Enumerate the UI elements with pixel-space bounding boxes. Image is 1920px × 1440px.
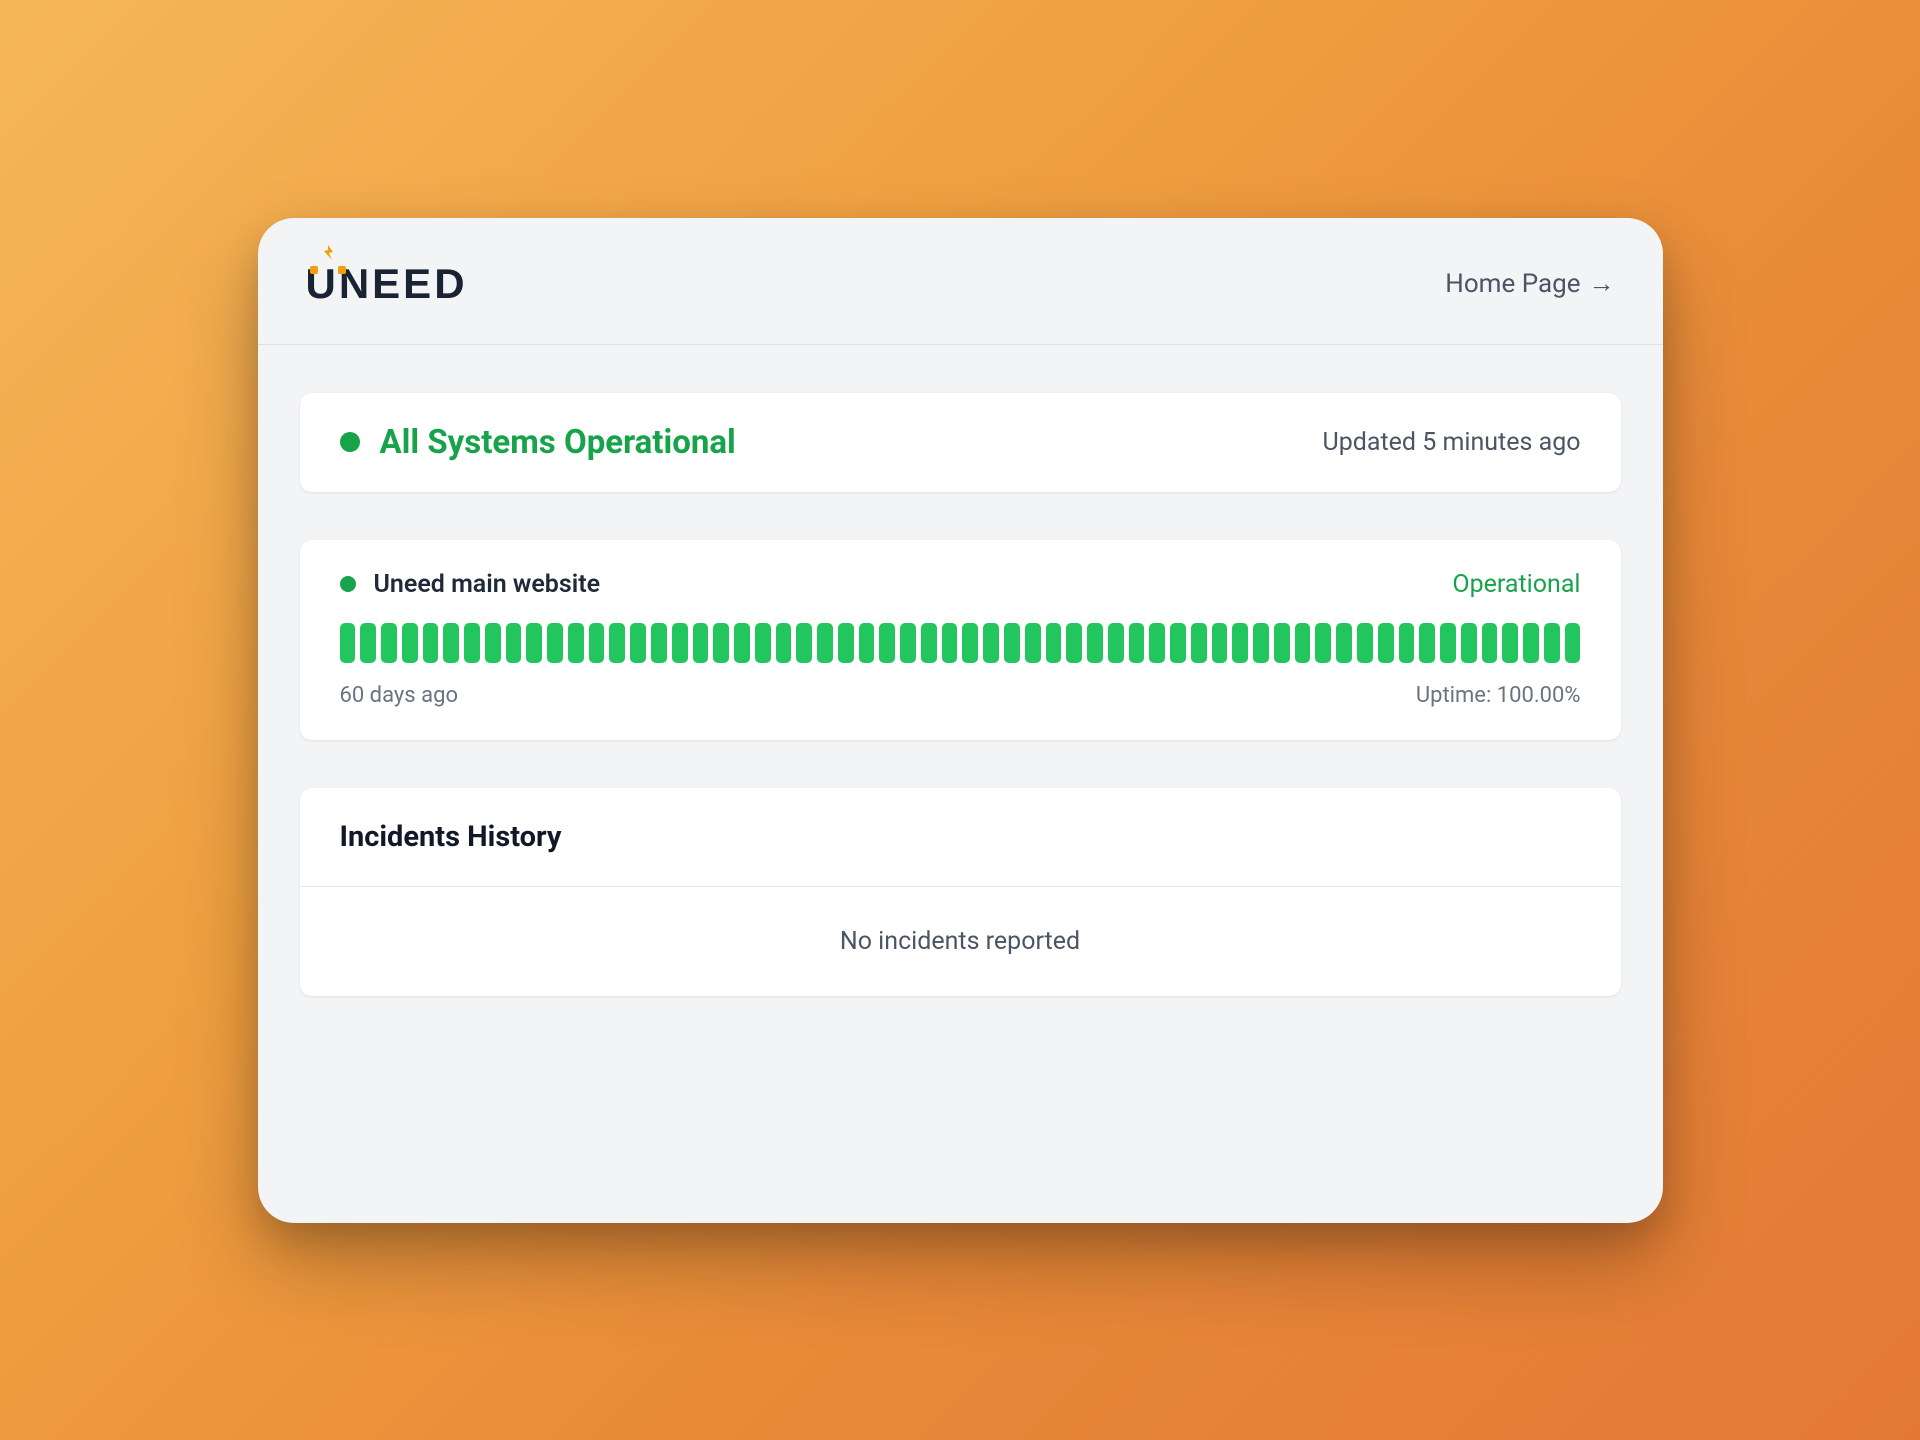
uptime-day-bar[interactable] [340,623,356,663]
uptime-day-bar[interactable] [734,623,750,663]
uptime-day-bar[interactable] [423,623,439,663]
uptime-day-bar[interactable] [1170,623,1186,663]
home-page-label: Home Page [1445,269,1580,299]
uptime-day-bar[interactable] [1212,623,1228,663]
monitor-status-icon [340,576,356,592]
overall-status-title: All Systems Operational [380,423,736,462]
uptime-day-bar[interactable] [526,623,542,663]
monitor-period-label: 60 days ago [340,683,459,708]
uptime-day-bar[interactable] [1544,623,1560,663]
uptime-day-bar[interactable] [464,623,480,663]
uptime-day-bar[interactable] [796,623,812,663]
uptime-day-bar[interactable] [381,623,397,663]
uptime-day-bar[interactable] [962,623,978,663]
uptime-day-bar[interactable] [1232,623,1248,663]
uptime-day-bar[interactable] [506,623,522,663]
uptime-day-bar[interactable] [776,623,792,663]
uptime-day-bar[interactable] [942,623,958,663]
uptime-day-bar[interactable] [1004,623,1020,663]
spark-icon [310,242,350,280]
uptime-day-bar[interactable] [609,623,625,663]
uptime-day-bar[interactable] [713,623,729,663]
uptime-day-bar[interactable] [1357,623,1373,663]
uptime-day-bar[interactable] [1315,623,1331,663]
uptime-day-bar[interactable] [1295,623,1311,663]
uptime-day-bar[interactable] [1274,623,1290,663]
uptime-day-bar[interactable] [651,623,667,663]
uptime-day-bar[interactable] [360,623,376,663]
uptime-day-bar[interactable] [1378,623,1394,663]
uptime-day-bar[interactable] [1482,623,1498,663]
uptime-day-bar[interactable] [1419,623,1435,663]
uptime-day-bar[interactable] [1461,623,1477,663]
uptime-day-bar[interactable] [1399,623,1415,663]
status-updated-time: Updated 5 minutes ago [1323,428,1581,457]
incidents-empty-message: No incidents reported [300,886,1621,996]
uptime-day-bar[interactable] [983,623,999,663]
uptime-day-bar[interactable] [672,623,688,663]
home-page-link[interactable]: Home Page → [1445,268,1614,299]
incidents-title: Incidents History [340,820,1581,854]
uptime-day-bar[interactable] [485,623,501,663]
incidents-header: Incidents History [300,788,1621,886]
uptime-day-bar[interactable] [589,623,605,663]
status-indicator-icon [340,432,360,452]
uptime-day-bar[interactable] [630,623,646,663]
uptime-day-bar[interactable] [1523,623,1539,663]
overall-status-left: All Systems Operational [340,423,736,462]
monitor-status-label: Operational [1452,570,1580,599]
monitor-card: Uneed main website Operational 60 days a… [300,540,1621,740]
uptime-day-bar[interactable] [838,623,854,663]
uptime-day-bar[interactable] [402,623,418,663]
uptime-day-bar[interactable] [817,623,833,663]
uptime-day-bar[interactable] [443,623,459,663]
page-header: UNEED Home Page → [258,218,1663,345]
uptime-day-bar[interactable] [693,623,709,663]
overall-status-card: All Systems Operational Updated 5 minute… [300,393,1621,492]
arrow-right-icon: → [1589,268,1615,299]
uptime-day-bar[interactable] [1066,623,1082,663]
monitor-name: Uneed main website [374,570,601,599]
uptime-day-bar[interactable] [547,623,563,663]
uptime-day-bar[interactable] [1025,623,1041,663]
uptime-day-bar[interactable] [568,623,584,663]
uptime-day-bar[interactable] [755,623,771,663]
monitor-footer: 60 days ago Uptime: 100.00% [340,683,1581,708]
uptime-day-bar[interactable] [1087,623,1103,663]
uptime-day-bar[interactable] [1149,623,1165,663]
uptime-day-bar[interactable] [1108,623,1124,663]
uptime-day-bar[interactable] [900,623,916,663]
uptime-day-bar[interactable] [1129,623,1145,663]
uptime-day-bar[interactable] [921,623,937,663]
uptime-day-bar[interactable] [1253,623,1269,663]
uptime-day-bar[interactable] [859,623,875,663]
monitor-header: Uneed main website Operational [340,570,1581,599]
uptime-day-bar[interactable] [879,623,895,663]
uptime-day-bar[interactable] [1336,623,1352,663]
monitor-left: Uneed main website [340,570,601,599]
uptime-day-bar[interactable] [1046,623,1062,663]
uptime-bars [340,623,1581,663]
uptime-day-bar[interactable] [1191,623,1207,663]
main-content: All Systems Operational Updated 5 minute… [258,345,1663,1044]
status-page-window: UNEED Home Page → All Systems Operationa… [258,218,1663,1223]
monitor-uptime-label: Uptime: 100.00% [1416,683,1581,708]
incidents-card: Incidents History No incidents reported [300,788,1621,996]
uptime-day-bar[interactable] [1440,623,1456,663]
brand-logo: UNEED [306,260,468,308]
uptime-day-bar[interactable] [1502,623,1518,663]
uptime-day-bar[interactable] [1565,623,1581,663]
